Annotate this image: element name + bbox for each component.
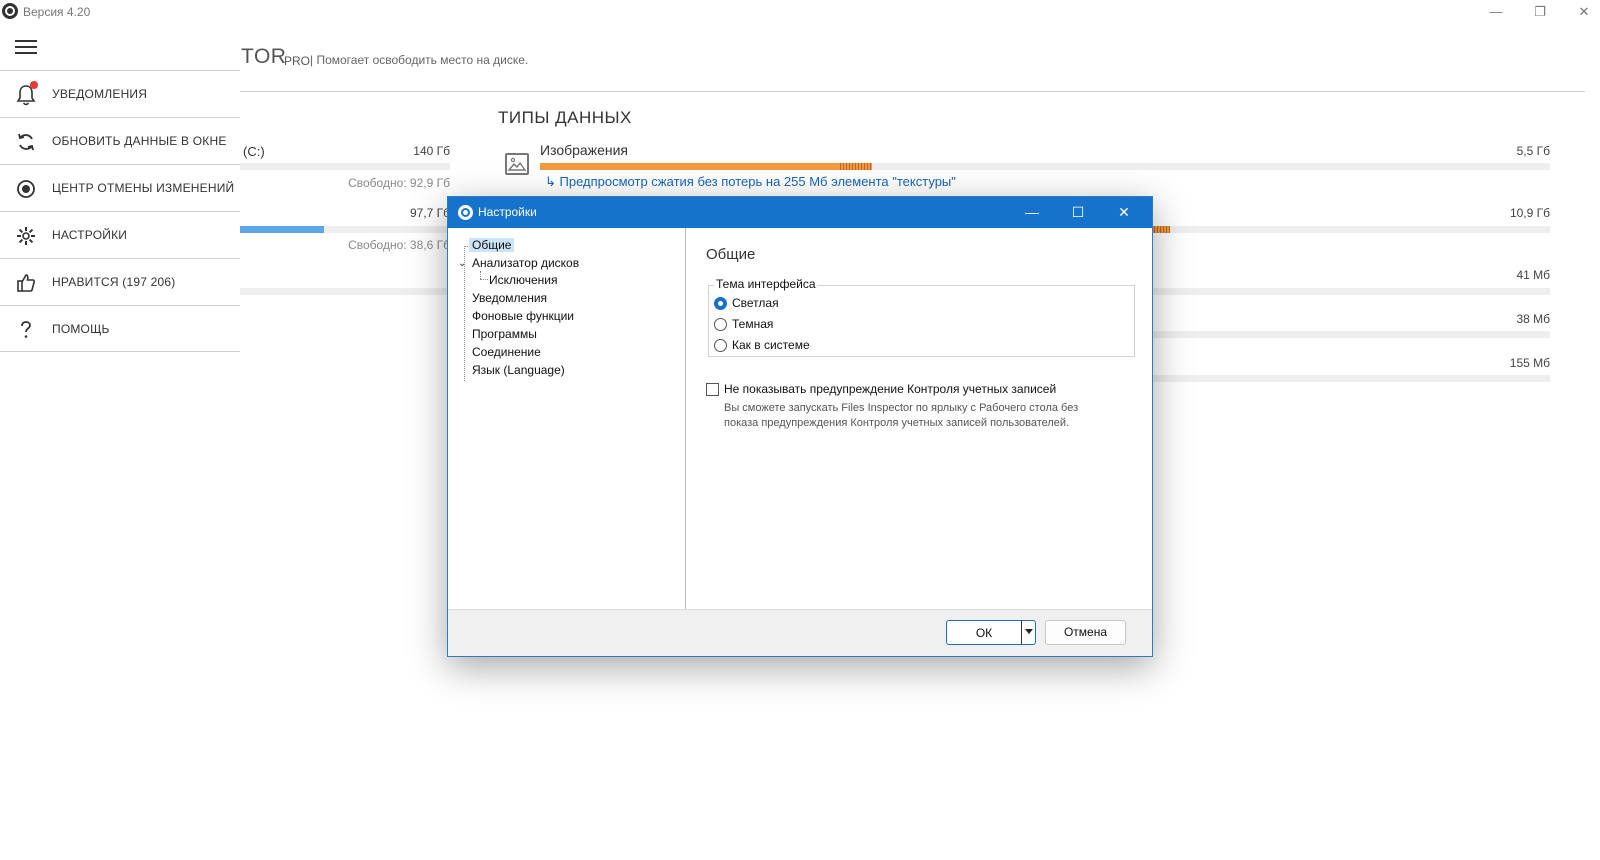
radio-checked[interactable] (714, 296, 727, 310)
disk-usage-bar (240, 163, 450, 170)
close-button[interactable]: ✕ (1571, 2, 1597, 22)
disk-free: Свободно: 38,6 Гб (348, 238, 450, 252)
sidebar-item-label: ОБНОВИТЬ ДАННЫЕ В ОКНЕ (52, 134, 227, 148)
cancel-button[interactable]: Отмена (1045, 620, 1126, 645)
app-window: Версия 4.20 — ❐ ✕ TOR PRO | Помогает осв… (0, 0, 1600, 860)
ok-dropdown-button[interactable] (1021, 621, 1036, 644)
data-type-size: 155 Мб (1509, 356, 1550, 370)
checkbox-label: Не показывать предупреждение Контроля уч… (724, 382, 1057, 396)
tree-item-connection[interactable]: Соединение (472, 345, 541, 359)
data-type-size: 41 Мб (1516, 268, 1550, 282)
compression-preview-link[interactable]: ↳ Предпросмотр сжатия без потерь на 255 … (545, 174, 956, 190)
dialog-close-button[interactable]: ✕ (1102, 197, 1146, 228)
disk-usage-fill (240, 226, 324, 233)
tree-connector (480, 271, 481, 279)
sidebar-item-label: НАСТРОЙКИ (52, 228, 128, 242)
header-divider (240, 91, 1585, 92)
sidebar-item-settings[interactable]: НАСТРОЙКИ (0, 211, 240, 258)
dialog-maximize-button[interactable]: ☐ (1056, 197, 1100, 228)
radio-label: Темная (732, 317, 774, 331)
brand-subtitle: | Помогает освободить место на диске. (310, 53, 529, 67)
disk-label: (C:) (243, 144, 265, 159)
app-logo-icon (2, 3, 18, 19)
radio-label: Как в системе (732, 338, 810, 352)
tree-connector (480, 279, 488, 280)
disk-usage-bar (240, 288, 450, 295)
data-type-bar (540, 163, 1550, 170)
settings-dialog: Настройки — ☐ ✕ ⌄ Общие Анализатор диско… (447, 196, 1153, 657)
question-icon (15, 319, 37, 341)
data-type-hatch (838, 163, 872, 170)
radio-label: Светлая (732, 296, 779, 310)
theme-dark-option[interactable]: Темная (714, 317, 773, 331)
tree-item-background[interactable]: Фоновые функции (472, 309, 574, 323)
uac-option[interactable]: Не показывать предупреждение Контроля уч… (706, 382, 1056, 396)
tree-item-exclusions[interactable]: Исключения (489, 273, 558, 287)
settings-tree: ⌄ Общие Анализатор дисков Исключения Уве… (448, 228, 686, 609)
notification-dot (30, 81, 38, 89)
app-logo-icon (458, 205, 473, 220)
undo-center-icon (15, 178, 37, 200)
ok-button-label: ОК (975, 626, 993, 640)
radio-unchecked[interactable] (714, 338, 727, 352)
radio-unchecked[interactable] (714, 317, 727, 331)
uac-description: Вы сможете запускать Files Inspector по … (724, 402, 1079, 429)
refresh-icon (15, 131, 37, 153)
disk-size: 97,7 Гб (409, 206, 450, 220)
gear-icon (15, 225, 37, 247)
ok-button[interactable]: ОК (946, 620, 1036, 645)
data-type-fill (540, 163, 838, 170)
menu-hamburger-icon[interactable] (15, 39, 37, 55)
panel-title: Общие (706, 246, 756, 263)
sidebar-item-like[interactable]: НРАВИТСЯ (197 206) (0, 258, 240, 305)
theme-group-label: Тема интерфейса (714, 277, 818, 291)
chevron-down-icon[interactable]: ⌄ (458, 258, 466, 269)
disk-usage-bar (240, 226, 450, 233)
restore-button[interactable]: ❐ (1527, 2, 1553, 22)
tree-item-general[interactable]: Общие (469, 238, 515, 252)
minimize-button[interactable]: — (1483, 2, 1509, 22)
version-label: Версия 4.20 (23, 5, 91, 19)
disk-free: Свободно: 92,9 Гб (348, 176, 450, 190)
brand-name: TOR (241, 45, 287, 68)
sidebar-item-help[interactable]: ПОМОЩЬ (0, 305, 240, 352)
sidebar-item-undo-center[interactable]: ЦЕНТР ОТМЕНЫ ИЗМЕНЕНИЙ (0, 164, 240, 211)
data-type-size: 10,9 Гб (1509, 206, 1550, 220)
data-type-size: 38 Мб (1516, 312, 1550, 326)
dialog-footer: ОК Отмена (448, 609, 1152, 656)
theme-light-option[interactable]: Светлая (714, 296, 779, 310)
tree-item-disk-analyzer[interactable]: Анализатор дисков (472, 256, 579, 270)
brand-edition: PRO (284, 54, 311, 68)
image-icon (505, 153, 529, 175)
dialog-title: Настройки (478, 205, 537, 219)
data-type-name[interactable]: Изображения (540, 142, 628, 158)
tree-item-programs[interactable]: Программы (472, 327, 537, 341)
sidebar-item-label: ЦЕНТР ОТМЕНЫ ИЗМЕНЕНИЙ (52, 181, 235, 195)
sidebar-item-label: УВЕДОМЛЕНИЯ (52, 87, 148, 101)
thumbs-up-icon (15, 272, 37, 294)
sidebar-item-notifications[interactable]: УВЕДОМЛЕНИЯ (0, 70, 240, 117)
uac-checkbox[interactable] (706, 382, 719, 396)
chevron-down-icon (1025, 629, 1033, 634)
sidebar-item-label: НРАВИТСЯ (197 206) (52, 275, 176, 289)
sidebar-item-refresh[interactable]: ОБНОВИТЬ ДАННЫЕ В ОКНЕ (0, 117, 240, 164)
tree-item-notifications[interactable]: Уведомления (472, 291, 547, 305)
dialog-minimize-button[interactable]: — (1010, 197, 1054, 228)
dialog-title-bar: Настройки — ☐ ✕ (448, 197, 1152, 228)
disk-size: 140 Гб (413, 144, 450, 158)
theme-system-option[interactable]: Как в системе (714, 338, 810, 352)
sidebar-item-label: ПОМОЩЬ (52, 322, 110, 336)
sidebar: УВЕДОМЛЕНИЯ ОБНОВИТЬ ДАННЫЕ В ОКНЕ ЦЕНТР… (0, 70, 240, 352)
tree-item-language[interactable]: Язык (Language) (472, 363, 565, 377)
data-type-size: 5,5 Гб (1516, 144, 1550, 158)
title-bar: Версия 4.20 — ❐ ✕ (0, 0, 1600, 24)
data-types-title: ТИПЫ ДАННЫХ (498, 108, 632, 127)
dialog-body: ⌄ Общие Анализатор дисков Исключения Уве… (448, 228, 1152, 609)
